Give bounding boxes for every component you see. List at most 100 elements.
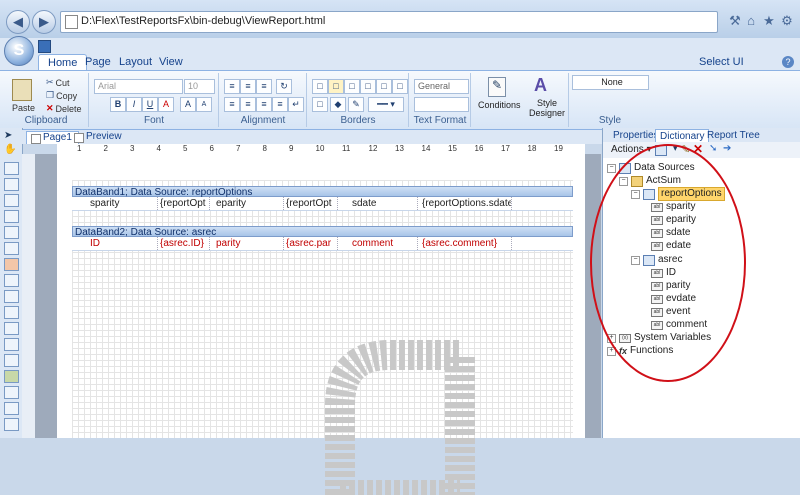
align-left-button[interactable]: ≡	[224, 97, 240, 112]
band1-cell[interactable]: {reportOptions.sdate}	[420, 197, 512, 210]
underline-button[interactable]: U	[142, 97, 158, 112]
border-left-button[interactable]: □	[360, 79, 376, 94]
band2-cell[interactable]: comment	[350, 237, 418, 250]
pointer-icon[interactable]: ➤	[4, 130, 12, 141]
bold-button[interactable]: B	[110, 97, 126, 112]
band1-cell[interactable]: {reportOpt	[284, 197, 338, 210]
databand2-header[interactable]: DataBand2; Data Source: asrec	[72, 226, 573, 238]
fill-color-button[interactable]: ◆	[330, 97, 346, 112]
shrink-font-button[interactable]: A	[196, 97, 212, 112]
tab-preview[interactable]: Preview	[70, 131, 128, 143]
help-icon[interactable]: ?	[782, 56, 794, 68]
band-tool-icon[interactable]	[4, 162, 19, 175]
ruler-number: 19	[554, 144, 563, 153]
footer-tool-icon[interactable]	[4, 210, 19, 223]
border-all-button[interactable]: □	[312, 79, 328, 94]
ruler-number: 10	[315, 144, 325, 153]
justify-button[interactable]: ≡	[272, 97, 288, 112]
border-right-button[interactable]: □	[376, 79, 392, 94]
save-icon[interactable]	[38, 40, 51, 53]
grow-font-button[interactable]: A	[180, 97, 196, 112]
zipcode-tool-icon[interactable]	[4, 402, 19, 415]
band2-cell[interactable]: parity	[214, 237, 284, 250]
border-outline-button[interactable]: □	[328, 79, 344, 94]
band2-cell[interactable]: {asrec.ID}	[158, 237, 210, 250]
border-color-button[interactable]: ✎	[348, 97, 364, 112]
align-center-button[interactable]: ≡	[240, 97, 256, 112]
databand1-body[interactable]: sparity {reportOpt eparity {reportOpt sd…	[72, 197, 573, 211]
align-middle-button[interactable]: ≡	[240, 79, 256, 94]
align-top-button[interactable]: ≡	[224, 79, 240, 94]
italic-button[interactable]: I	[126, 97, 142, 112]
font-size-combo[interactable]: 10	[184, 79, 215, 94]
align-bottom-button[interactable]: ≡	[256, 79, 272, 94]
checkbox-tool-icon[interactable]	[4, 354, 19, 367]
border-style-combo[interactable]: ━━ ▾	[368, 97, 404, 112]
back-button[interactable]: ◀	[6, 10, 30, 34]
ruler-number: 5	[183, 144, 188, 153]
shadow-button[interactable]: □	[312, 97, 328, 112]
ruler-number: 12	[368, 144, 378, 153]
ribbon-tab-row: Home Page Layout View Select UI Language…	[0, 54, 800, 84]
ruler-number: 4	[156, 144, 161, 153]
band2-cell[interactable]: ID	[88, 237, 158, 250]
subreport-tool-icon[interactable]	[4, 370, 19, 383]
paste-button[interactable]: Paste	[12, 103, 35, 113]
line-tool-icon[interactable]	[4, 306, 19, 319]
hand-icon[interactable]: ✋	[4, 144, 16, 155]
collapse-icon[interactable]: −	[607, 163, 616, 173]
vertical-ruler	[22, 154, 35, 438]
style-combo[interactable]: None	[572, 75, 649, 90]
tab-view[interactable]: View	[150, 54, 192, 70]
word-wrap-button[interactable]: ↵	[288, 97, 304, 112]
band1-cell[interactable]: sdate	[350, 197, 418, 210]
copy-button[interactable]: ❐ Copy	[46, 90, 77, 101]
border-bottom-button[interactable]: □	[392, 79, 408, 94]
tab-report-tree[interactable]: Report Tree	[703, 129, 764, 142]
text-tool-icon[interactable]	[4, 226, 19, 239]
ruler-number: 8	[262, 144, 267, 153]
shape-tool-icon[interactable]	[4, 290, 19, 303]
delete-button[interactable]: ✕ Delete	[46, 103, 82, 114]
copy-label: Copy	[56, 90, 78, 101]
font-family-combo[interactable]: Arial	[94, 79, 183, 94]
text-format-combo[interactable]: General	[414, 79, 469, 94]
image-tool-icon[interactable]	[4, 242, 19, 255]
richtext-tool-icon[interactable]	[4, 386, 19, 399]
style-designer-button[interactable]: Style Designer	[528, 98, 566, 118]
band1-cell[interactable]: {reportOpt	[158, 197, 210, 210]
band2-cell[interactable]: {asrec.comment}	[420, 237, 512, 250]
star-icon[interactable]: ★	[762, 14, 776, 28]
paste-icon[interactable]	[12, 79, 32, 101]
address-bar[interactable]: D:\Flex\TestReportsFx\bin-debug\ViewRepo…	[60, 11, 718, 33]
text-format-combo-2[interactable]	[414, 97, 469, 112]
rotate-text-button[interactable]: ↻	[276, 79, 292, 94]
font-color-button[interactable]: A	[158, 97, 174, 112]
panel-tool-icon[interactable]	[4, 322, 19, 335]
chart-tool-icon[interactable]	[4, 258, 19, 271]
band2-cell[interactable]: {asrec.par	[284, 237, 338, 250]
databand1-header[interactable]: DataBand1; Data Source: reportOptions	[72, 186, 573, 198]
band1-cell[interactable]: sparity	[88, 197, 158, 210]
conditions-icon[interactable]: ✎	[488, 77, 506, 97]
forward-button[interactable]: ▶	[32, 10, 56, 34]
cut-button[interactable]: ✂ Cut	[46, 77, 70, 88]
tab-dictionary[interactable]: Dictionary	[655, 129, 710, 143]
crosstab-tool-icon[interactable]	[4, 418, 19, 431]
settings-gear-icon[interactable]: ⚙	[780, 14, 794, 28]
table-tool-icon[interactable]	[4, 338, 19, 351]
application-menu-button[interactable]: S	[4, 36, 34, 66]
move-down-icon[interactable]: ➔	[723, 143, 731, 154]
databand-tool-icon[interactable]	[4, 178, 19, 191]
band1-cell[interactable]: eparity	[214, 197, 284, 210]
header-tool-icon[interactable]	[4, 194, 19, 207]
wrench-icon[interactable]: ⚒	[728, 14, 742, 28]
home-icon[interactable]: ⌂	[744, 14, 758, 28]
barcode-tool-icon[interactable]	[4, 274, 19, 287]
move-up-icon[interactable]: ➘	[709, 143, 717, 154]
border-top-button[interactable]: □	[344, 79, 360, 94]
style-designer-icon[interactable]: A	[534, 75, 547, 96]
conditions-button[interactable]: Conditions	[478, 100, 521, 110]
align-right-button[interactable]: ≡	[256, 97, 272, 112]
databand2-body[interactable]: ID {asrec.ID} parity {asrec.par comment …	[72, 237, 573, 251]
